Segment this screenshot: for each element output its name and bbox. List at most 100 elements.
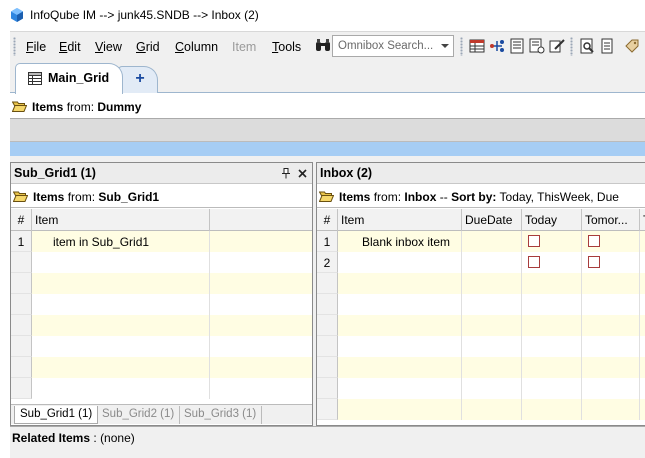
pin-icon[interactable] — [281, 168, 291, 179]
column-header-number[interactable]: # — [317, 209, 338, 231]
table-row[interactable] — [11, 294, 312, 315]
table-row[interactable] — [317, 336, 645, 357]
menu-item-edit[interactable]: Edit — [59, 40, 81, 54]
row-number[interactable]: 1 — [11, 231, 32, 252]
today-cell[interactable] — [522, 336, 582, 357]
row-number[interactable] — [317, 399, 338, 420]
tomorrow-cell[interactable] — [582, 378, 640, 399]
row-number[interactable] — [317, 273, 338, 294]
column-header-duedate[interactable]: DueDate — [462, 209, 522, 231]
duedate-cell[interactable] — [462, 315, 522, 336]
row-number[interactable] — [317, 378, 338, 399]
item-cell[interactable] — [32, 378, 210, 399]
tab-sub-grid2[interactable]: Sub_Grid2 (1) — [97, 406, 181, 424]
menu-item-view[interactable]: View — [95, 40, 122, 54]
table-row[interactable] — [317, 357, 645, 378]
table-row[interactable] — [11, 336, 312, 357]
table-row[interactable] — [11, 252, 312, 273]
duedate-cell[interactable] — [462, 231, 522, 252]
item-cell[interactable] — [338, 399, 462, 420]
tomorrow-cell[interactable] — [582, 336, 640, 357]
document-icon[interactable] — [599, 38, 615, 54]
duedate-cell[interactable] — [462, 273, 522, 294]
tomorrow-cell[interactable] — [582, 231, 640, 252]
tomorrow-cell[interactable] — [582, 315, 640, 336]
row-number[interactable] — [11, 378, 32, 399]
menu-item-file[interactable]: File — [26, 40, 46, 54]
table-row[interactable] — [317, 378, 645, 399]
item-cell[interactable] — [32, 273, 210, 294]
item-cell[interactable] — [338, 315, 462, 336]
today-checkbox[interactable] — [528, 235, 540, 247]
item-cell[interactable] — [338, 252, 462, 273]
duedate-cell[interactable] — [462, 294, 522, 315]
column-header-number[interactable]: # — [11, 209, 32, 231]
tab-sub-grid1[interactable]: Sub_Grid1 (1) — [14, 406, 99, 424]
duedate-cell[interactable] — [462, 357, 522, 378]
tomorrow-cell[interactable] — [582, 252, 640, 273]
item-cell[interactable]: Blank inbox item — [338, 231, 462, 252]
row-number[interactable]: 1 — [317, 231, 338, 252]
tag-icon[interactable] — [624, 38, 640, 54]
item-cell[interactable] — [338, 378, 462, 399]
row-number[interactable] — [11, 336, 32, 357]
today-cell[interactable] — [522, 273, 582, 294]
table-row[interactable] — [317, 273, 645, 294]
properties-icon[interactable] — [509, 38, 525, 54]
row-number[interactable] — [317, 315, 338, 336]
table-row[interactable] — [317, 315, 645, 336]
today-checkbox[interactable] — [528, 256, 540, 268]
row-number[interactable] — [11, 357, 32, 378]
item-cell[interactable] — [32, 252, 210, 273]
table-row[interactable] — [317, 399, 645, 420]
duedate-cell[interactable] — [462, 252, 522, 273]
item-cell[interactable] — [338, 357, 462, 378]
table-row[interactable]: 1 item in Sub_Grid1 — [11, 231, 312, 252]
item-cell[interactable] — [32, 336, 210, 357]
item-cell[interactable] — [32, 357, 210, 378]
column-header-truncated[interactable]: T — [640, 209, 645, 231]
item-cell[interactable] — [338, 273, 462, 294]
item-cell[interactable]: item in Sub_Grid1 — [32, 231, 210, 252]
table-row[interactable]: 2 — [317, 252, 645, 273]
grid-view-icon[interactable] — [469, 38, 485, 54]
toolbar-grip[interactable] — [570, 37, 573, 56]
menu-item-column[interactable]: Column — [175, 40, 218, 54]
row-number[interactable] — [11, 294, 32, 315]
tab-sub-grid3[interactable]: Sub_Grid3 (1) — [179, 406, 263, 424]
close-icon[interactable] — [298, 169, 307, 178]
row-number[interactable] — [317, 294, 338, 315]
today-cell[interactable] — [522, 315, 582, 336]
today-cell[interactable] — [522, 252, 582, 273]
today-cell[interactable] — [522, 231, 582, 252]
table-row[interactable] — [11, 357, 312, 378]
menu-item-tools[interactable]: Tools — [272, 40, 301, 54]
main-grid-selection-bar[interactable] — [10, 142, 645, 156]
toolbar-grip[interactable] — [13, 37, 16, 56]
table-row[interactable] — [11, 378, 312, 399]
today-cell[interactable] — [522, 378, 582, 399]
duedate-cell[interactable] — [462, 378, 522, 399]
item-cell[interactable] — [32, 294, 210, 315]
column-header-item[interactable]: Item — [32, 209, 210, 231]
today-cell[interactable] — [522, 399, 582, 420]
filter-icon[interactable] — [529, 38, 545, 54]
column-header-today[interactable]: Today — [522, 209, 582, 231]
table-row[interactable]: 1 Blank inbox item — [317, 231, 645, 252]
tomorrow-cell[interactable] — [582, 294, 640, 315]
table-row[interactable] — [11, 273, 312, 294]
item-cell[interactable] — [338, 336, 462, 357]
row-number[interactable] — [317, 357, 338, 378]
row-number[interactable] — [317, 336, 338, 357]
column-header-tomorrow[interactable]: Tomor... — [582, 209, 640, 231]
duedate-cell[interactable] — [462, 336, 522, 357]
today-cell[interactable] — [522, 357, 582, 378]
today-cell[interactable] — [522, 294, 582, 315]
omnibox-search[interactable]: Omnibox Search... — [332, 35, 454, 57]
table-row[interactable] — [11, 315, 312, 336]
tomorrow-cell[interactable] — [582, 357, 640, 378]
column-header-item[interactable]: Item — [338, 209, 462, 231]
menu-item-grid[interactable]: Grid — [136, 40, 160, 54]
row-number[interactable] — [11, 315, 32, 336]
preview-icon[interactable] — [579, 38, 595, 54]
